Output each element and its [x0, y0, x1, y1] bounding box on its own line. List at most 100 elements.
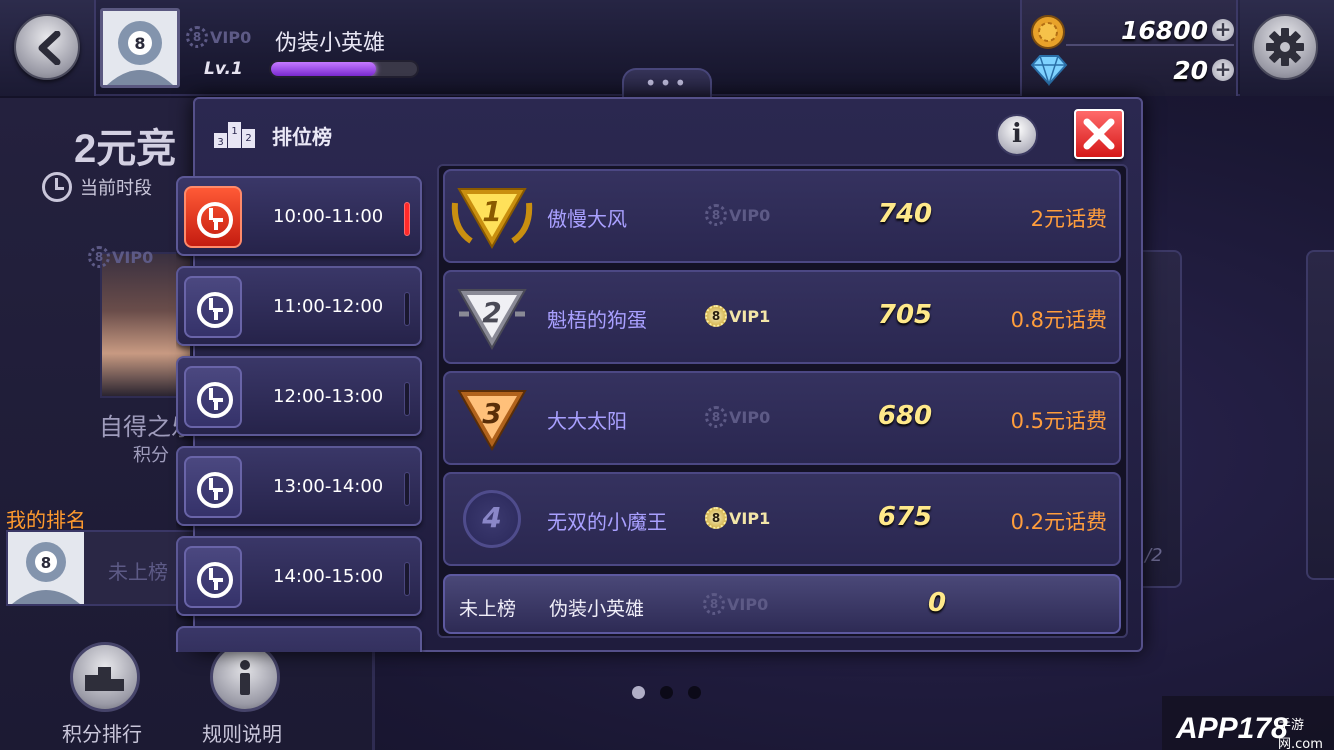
vip-label: VIP1: [729, 306, 771, 326]
rules-button-label: 规则说明: [202, 722, 282, 746]
time-slot-tab[interactable]: 14:00-15:00: [176, 536, 422, 616]
diamond-icon: [1030, 55, 1068, 86]
my-rank-heading: 我的排名: [6, 508, 86, 532]
gear-icon: [1266, 28, 1304, 66]
billiard-ball-icon: 8: [705, 507, 727, 529]
default-avatar-icon: 8: [8, 532, 84, 604]
coin-balance: 16800: [1121, 16, 1208, 45]
rank-2-medal-icon: 2: [457, 289, 527, 351]
xp-progress-fill: [271, 62, 377, 76]
prize-label: 2元话费: [1030, 207, 1107, 231]
my-player-name: 伪装小英雄: [549, 598, 645, 620]
leaderboard-button-label: 积分排行: [62, 722, 142, 746]
my-score: 0: [927, 588, 947, 618]
ranking-row: 2 魁梧的狗蛋 8 VIP1 705 0.8元话费: [443, 270, 1121, 364]
rank-1-medal-icon: 1: [451, 188, 533, 250]
player-level: Lv.1: [204, 59, 243, 79]
info-button[interactable]: i: [996, 114, 1038, 156]
default-avatar-icon: 8: [103, 11, 177, 85]
close-button[interactable]: [1074, 109, 1124, 159]
player-score: 680: [877, 401, 933, 431]
back-button[interactable]: [0, 0, 96, 96]
watermark-small-text: 手游网.com: [1278, 718, 1323, 750]
time-slot-label: 10:00-11:00: [273, 206, 384, 227]
player-name: 伪装小英雄: [275, 31, 386, 56]
ranking-row: 4 无双的小魔王 8 VIP1 675 0.2元话费: [443, 472, 1121, 566]
top-player-vip-badge: 8 VIP0: [88, 246, 153, 268]
player-name: 无双的小魔王: [547, 510, 667, 534]
divider: [1066, 44, 1234, 46]
vip-label: VIP1: [729, 508, 771, 528]
time-slot-tab[interactable]: 13:00-14:00: [176, 446, 422, 526]
ranking-row: 1 傲慢大风 8 VIP0 740 2元话费: [443, 169, 1121, 263]
billiard-ball-icon: 8: [705, 406, 727, 428]
watermark: APP178 手游网.com: [1162, 696, 1334, 750]
background-card-text: /2: [1145, 545, 1163, 566]
prize-label: 0.8元话费: [1010, 308, 1107, 332]
clock-icon: [184, 366, 242, 428]
vip-badge: 8 VIP1: [705, 305, 770, 327]
diamonds-row[interactable]: 20 +: [1030, 54, 1234, 88]
player-score: 705: [877, 300, 933, 330]
podium-icon: [85, 667, 124, 691]
time-slot-label: 11:00-12:00: [273, 296, 384, 317]
time-slot-label: 13:00-14:00: [273, 476, 384, 497]
vip-badge: 8 VIP0: [705, 204, 770, 226]
time-slot-tab[interactable]: 12:00-13:00: [176, 356, 422, 436]
settings-button-circle: [1252, 14, 1318, 80]
vip-label: VIP0: [727, 594, 769, 614]
tab-indicator: [404, 292, 410, 326]
my-rank-status: 未上榜: [459, 598, 517, 620]
ranking-row: 3 大大太阳 8 VIP0 680 0.5元话费: [443, 371, 1121, 465]
rules-button[interactable]: [210, 642, 280, 712]
player-name: 魁梧的狗蛋: [547, 308, 647, 332]
time-slot-tab[interactable]: 11:00-12:00: [176, 266, 422, 346]
player-name: 大大太阳: [547, 409, 627, 433]
my-avatar: 8: [8, 532, 84, 604]
prize-label: 0.2元话费: [1010, 510, 1107, 534]
clock-icon: [184, 546, 242, 608]
page-indicator-dot[interactable]: [688, 686, 701, 699]
currency-panel: 16800 + 20 +: [1020, 0, 1238, 96]
tab-indicator: [404, 382, 410, 416]
clock-icon: [184, 276, 242, 338]
svg-text:2: 2: [482, 296, 501, 329]
score-label: 积分: [133, 445, 169, 466]
time-slot-tab[interactable]: 10:00-11:00: [176, 176, 422, 256]
vip-badge: 8 VIP0: [705, 406, 770, 428]
watermark-text: APP178: [1176, 712, 1288, 745]
time-slot-label: 12:00-13:00: [273, 386, 384, 407]
time-slot-tab[interactable]: [176, 626, 422, 652]
page-indicator-dot[interactable]: [660, 686, 673, 699]
time-slot-label: 14:00-15:00: [273, 566, 384, 587]
player-score: 740: [877, 199, 933, 229]
svg-text:2: 2: [245, 133, 251, 144]
close-icon: [1083, 118, 1115, 150]
svg-text:3: 3: [217, 137, 223, 148]
page-indicator-dot[interactable]: [632, 686, 645, 699]
coin-chip-icon: [1031, 15, 1065, 49]
info-icon: [240, 660, 250, 695]
billiard-ball-icon: 8: [703, 593, 725, 615]
leaderboard-button[interactable]: [70, 642, 140, 712]
add-coins-button[interactable]: +: [1212, 19, 1234, 41]
time-slot-tabs: 10:00-11:00 11:00-12:00 12:00-13:00 13:00-1…: [176, 166, 426, 652]
chevron-left-icon: [38, 31, 61, 65]
player-avatar[interactable]: 8: [100, 8, 180, 88]
billiard-ball-icon: 8: [186, 26, 208, 48]
svg-text:8: 8: [41, 554, 51, 572]
add-diamonds-button[interactable]: +: [1212, 59, 1234, 81]
vip-badge: 8 VIP1: [705, 507, 770, 529]
diamond-balance: 20: [1173, 56, 1208, 85]
billiard-ball-icon: 8: [705, 204, 727, 226]
clock-icon: [184, 186, 242, 248]
player-vip-badge: 8 VIP0: [186, 26, 251, 48]
rank-4-badge-icon: 4: [463, 490, 521, 548]
coins-row[interactable]: 16800 +: [1030, 14, 1234, 49]
billiard-ball-icon: 8: [88, 246, 110, 268]
player-name: 傲慢大风: [547, 207, 627, 231]
tab-indicator: [404, 472, 410, 506]
vip-label: VIP0: [729, 407, 771, 427]
more-menu-tab[interactable]: •••: [622, 68, 712, 98]
settings-button[interactable]: [1240, 0, 1334, 96]
